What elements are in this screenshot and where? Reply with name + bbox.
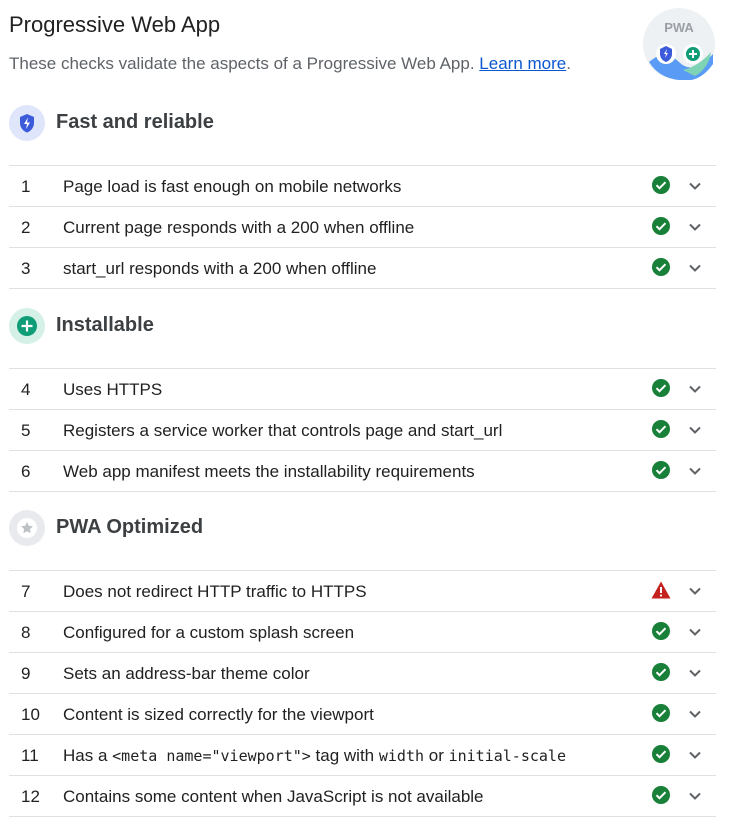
page-title: Progressive Web App <box>9 12 221 37</box>
warning-triangle-icon <box>651 581 671 599</box>
audit-label: Web app manifest meets the installabilit… <box>63 462 475 481</box>
pass-check-icon <box>652 176 670 194</box>
audit-number: 1 <box>21 177 31 196</box>
audit-label: Has a <meta name="viewport"> tag with wi… <box>63 746 566 766</box>
audit-number: 2 <box>21 218 31 237</box>
audit-number: 12 <box>21 787 40 806</box>
label-code: <meta name="viewport"> <box>112 747 311 765</box>
group-title: Fast and reliable <box>56 111 214 133</box>
group-title: PWA Optimized <box>56 516 204 538</box>
pass-check-icon <box>652 461 670 479</box>
group-pwa-optimized: PWA Optimized 7 Does not redirect HTTP t… <box>9 510 716 817</box>
audit-row[interactable]: 3 start_url responds with a 200 when off… <box>9 248 716 289</box>
chevron-down-icon[interactable] <box>687 178 703 194</box>
audit-label: Uses HTTPS <box>63 380 163 399</box>
chevron-down-icon[interactable] <box>687 463 703 479</box>
label-text: Has a <box>63 746 113 765</box>
pass-check-icon <box>652 379 670 397</box>
pass-check-icon <box>652 704 670 722</box>
audit-row[interactable]: 1 Page load is fast enough on mobile net… <box>9 166 716 207</box>
chevron-down-icon[interactable] <box>687 706 703 722</box>
audit-row[interactable]: 8 Configured for a custom splash screen <box>9 612 716 653</box>
label-code: initial-scale <box>448 747 566 765</box>
label-text: or <box>424 746 449 765</box>
star-icon <box>9 510 45 546</box>
group-fast-reliable: Fast and reliable 1 Page load is fast en… <box>9 105 716 289</box>
pass-check-icon <box>652 217 670 235</box>
chevron-down-icon[interactable] <box>687 665 703 681</box>
audit-number: 11 <box>21 746 39 765</box>
learn-more-link[interactable]: Learn more <box>479 54 566 73</box>
audit-label: Does not redirect HTTP traffic to HTTPS <box>63 582 367 601</box>
audit-number: 7 <box>21 582 31 601</box>
pass-check-icon <box>652 622 670 640</box>
pwa-badge-icon: PWA <box>643 8 715 80</box>
audit-number: 4 <box>21 380 31 399</box>
audit-row[interactable]: 4 Uses HTTPS <box>9 369 716 410</box>
group-header: PWA Optimized <box>9 510 716 570</box>
description-text: These checks validate the aspects of a P… <box>9 54 475 73</box>
badge-text: PWA <box>664 20 694 35</box>
audit-row[interactable]: 9 Sets an address-bar theme color <box>9 653 716 694</box>
audit-number: 8 <box>21 623 31 642</box>
audit-number: 5 <box>21 421 31 440</box>
group-header: Fast and reliable <box>9 105 716 165</box>
audit-number: 3 <box>21 259 31 278</box>
page-description: These checks validate the aspects of a P… <box>9 54 571 74</box>
chevron-down-icon[interactable] <box>687 583 703 599</box>
audit-row[interactable]: 5 Registers a service worker that contro… <box>9 410 716 451</box>
label-text: tag with <box>310 746 379 765</box>
audit-label: Configured for a custom splash screen <box>63 623 355 642</box>
audit-label: Registers a service worker that controls… <box>63 421 503 440</box>
label-code: width <box>378 747 425 765</box>
audit-label: Page load is fast enough on mobile netwo… <box>63 177 402 196</box>
chevron-down-icon[interactable] <box>687 747 703 763</box>
audit-row[interactable]: 12 Contains some content when JavaScript… <box>9 776 716 817</box>
lightning-shield-icon <box>9 105 45 141</box>
plus-circle-icon <box>9 308 45 344</box>
chevron-down-icon[interactable] <box>687 422 703 438</box>
audit-row[interactable]: 2 Current page responds with a 200 when … <box>9 207 716 248</box>
audit-row[interactable]: 10 Content is sized correctly for the vi… <box>9 694 716 735</box>
audit-label: Current page responds with a 200 when of… <box>63 218 415 237</box>
audit-row[interactable]: 7 Does not redirect HTTP traffic to HTTP… <box>9 571 716 612</box>
pass-check-icon <box>652 420 670 438</box>
chevron-down-icon[interactable] <box>687 788 703 804</box>
audit-label: Sets an address-bar theme color <box>63 664 310 683</box>
pass-check-icon <box>652 745 670 763</box>
group-header: Installable <box>9 308 716 368</box>
group-installable: Installable 4 Uses HTTPS 5 Registers a s… <box>9 308 716 492</box>
audit-row[interactable]: 11 Has a <meta name="viewport"> tag with… <box>9 735 716 776</box>
description-period: . <box>566 54 571 73</box>
chevron-down-icon[interactable] <box>687 624 703 640</box>
audit-label: Contains some content when JavaScript is… <box>63 787 484 806</box>
audit-number: 6 <box>21 462 31 481</box>
audit-label: start_url responds with a 200 when offli… <box>63 259 377 278</box>
chevron-down-icon[interactable] <box>687 381 703 397</box>
audit-number: 9 <box>21 664 31 683</box>
chevron-down-icon[interactable] <box>687 260 703 276</box>
group-title: Installable <box>56 314 154 336</box>
pass-check-icon <box>652 663 670 681</box>
pass-check-icon <box>652 786 670 804</box>
audit-label: Content is sized correctly for the viewp… <box>63 705 374 724</box>
audit-number: 10 <box>21 705 40 724</box>
pwa-report: Progressive Web App These checks validat… <box>0 0 731 826</box>
pass-check-icon <box>652 258 670 276</box>
audit-row[interactable]: 6 Web app manifest meets the installabil… <box>9 451 716 492</box>
chevron-down-icon[interactable] <box>687 219 703 235</box>
